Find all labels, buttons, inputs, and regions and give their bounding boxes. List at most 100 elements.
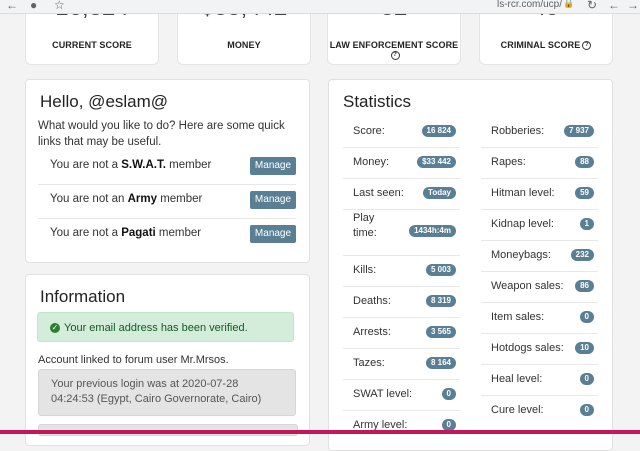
stat-label: Heal level: bbox=[491, 373, 543, 385]
score-label: MONEY bbox=[178, 40, 310, 50]
stat-label: Weapon sales: bbox=[491, 280, 564, 292]
manage-button[interactable]: Manage bbox=[250, 225, 296, 243]
membership-text: You are not an Army member bbox=[50, 193, 202, 205]
stat-row: Kills: 5 003 bbox=[343, 255, 460, 287]
stat-value-badge: 232 bbox=[570, 249, 594, 261]
stat-row: Rapes: 88 bbox=[481, 147, 598, 179]
stat-label: Arrests: bbox=[353, 326, 391, 338]
stat-value-badge: 8 319 bbox=[425, 295, 456, 307]
stat-row: Moneybags: 232 bbox=[481, 240, 598, 272]
stat-row: Hitman level: 59 bbox=[481, 178, 598, 210]
help-icon[interactable]: ? bbox=[390, 51, 400, 61]
stat-label: Moneybags: bbox=[491, 249, 551, 261]
address-bar[interactable]: ls-rcr.com/ucp/ bbox=[497, 0, 562, 10]
stat-row: SWAT level: 0 bbox=[343, 379, 460, 411]
stat-value-badge: 86 bbox=[575, 280, 594, 292]
hello-panel: Hello, @eslam@ What would you like to do… bbox=[25, 79, 310, 263]
stat-row: Tazes: 8 164 bbox=[343, 348, 460, 380]
stat-value-badge: Today bbox=[423, 187, 456, 199]
stat-value-badge: 16 824 bbox=[421, 125, 456, 137]
score-label-text: CURRENT SCORE bbox=[52, 40, 132, 50]
stat-label: Item sales: bbox=[491, 311, 545, 323]
email-verified-alert: ✓ Your email address has been verified. bbox=[37, 312, 294, 342]
membership-text: You are not a Pagati member bbox=[50, 227, 201, 239]
membership-suffix: member bbox=[155, 227, 202, 239]
stat-value-badge: 1434h:4m bbox=[409, 225, 456, 237]
stat-value-badge: 0 bbox=[579, 311, 594, 323]
stat-value-badge: 0 bbox=[579, 373, 594, 385]
stat-row: Weapon sales: 86 bbox=[481, 271, 598, 303]
stat-label: Play time: bbox=[353, 212, 377, 239]
stat-value-badge: 1 bbox=[579, 218, 594, 230]
stat-value-badge: 0 bbox=[579, 404, 594, 416]
stat-label: Hotdogs sales: bbox=[491, 342, 564, 354]
star-icon[interactable]: ☆ bbox=[54, 0, 65, 12]
membership-suffix: member bbox=[165, 159, 212, 171]
quick-link-row: You are not an Army member Manage bbox=[38, 184, 296, 219]
manage-button[interactable]: Manage bbox=[250, 157, 296, 175]
membership-prefix: You are not an bbox=[50, 193, 128, 205]
stat-label: Last seen: bbox=[353, 187, 404, 199]
quick-link-row: You are not a S.W.A.T. member Manage bbox=[38, 150, 296, 185]
stat-row: Robberies: 7 937 bbox=[481, 116, 598, 148]
stat-value-badge: 10 bbox=[575, 342, 594, 354]
membership-prefix: You are not a bbox=[50, 227, 122, 239]
stat-row: Money: $33 442 bbox=[343, 147, 460, 179]
stat-label: Kidnap level: bbox=[491, 218, 554, 230]
stat-row: Hotdogs sales: 10 bbox=[481, 333, 598, 365]
forum-link-text: Account linked to forum user Mr.Mrsos. bbox=[38, 354, 229, 366]
membership-prefix: You are not a bbox=[50, 159, 122, 171]
bottom-border bbox=[0, 430, 640, 434]
membership-text: You are not a S.W.A.T. member bbox=[50, 159, 211, 171]
stat-label: Robberies: bbox=[491, 125, 545, 137]
browser-toolbar: ← ● ☆ ls-rcr.com/ucp/ 🔒 ↻ ← → bbox=[0, 0, 640, 14]
membership-suffix: member bbox=[157, 193, 203, 205]
back-icon[interactable]: ← bbox=[6, 0, 18, 12]
group-name: Army bbox=[127, 193, 157, 205]
statistics-title: Statistics bbox=[343, 92, 412, 111]
stat-row: Score: 16 824 bbox=[343, 116, 460, 148]
stat-row: Cure level: 0 bbox=[481, 395, 598, 426]
stat-row: Kidnap level: 1 bbox=[481, 209, 598, 241]
score-label: CRIMINAL SCORE? bbox=[480, 40, 612, 51]
stat-value-badge: 8 164 bbox=[425, 357, 456, 369]
hello-title: Hello, @eslam@ bbox=[40, 92, 169, 111]
stat-value-badge: $33 442 bbox=[417, 156, 456, 168]
stat-label: Score: bbox=[353, 125, 385, 137]
reload-icon[interactable]: ↻ bbox=[587, 0, 597, 12]
stat-value-badge: 59 bbox=[575, 187, 594, 199]
lock-icon: 🔒 bbox=[563, 0, 575, 8]
account-icon[interactable]: ● bbox=[30, 0, 37, 12]
manage-button[interactable]: Manage bbox=[250, 191, 296, 209]
stat-label: Rapes: bbox=[491, 156, 526, 168]
email-verified-text: Your email address has been verified. bbox=[64, 322, 248, 334]
score-label-text: CRIMINAL SCORE bbox=[500, 40, 581, 50]
forward-arrow-icon[interactable]: → bbox=[627, 0, 639, 12]
stat-value-badge: 5 003 bbox=[425, 264, 456, 276]
stat-label: SWAT level: bbox=[353, 388, 413, 400]
stat-row: Heal level: 0 bbox=[481, 364, 598, 396]
stat-label: Deaths: bbox=[353, 295, 391, 307]
group-name: Pagati bbox=[121, 227, 156, 239]
score-label-text: MONEY bbox=[227, 40, 261, 50]
stat-row: Item sales: 0 bbox=[481, 302, 598, 334]
stat-row: Play time: 1434h:4m bbox=[343, 209, 460, 256]
score-label: LAW ENFORCEMENT SCORE? bbox=[328, 40, 460, 61]
back-arrow-icon[interactable]: ← bbox=[608, 0, 620, 12]
stat-label: Hitman level: bbox=[491, 187, 555, 199]
group-name: S.W.A.T. bbox=[121, 159, 166, 171]
stat-row: Last seen: Today bbox=[343, 178, 460, 210]
hello-text: What would you like to do? Here are some… bbox=[38, 120, 285, 148]
stat-value-badge: 0 bbox=[441, 388, 456, 400]
stat-label: Money: bbox=[353, 156, 390, 168]
quick-link-row: You are not a Pagati member Manage bbox=[38, 218, 296, 252]
stat-value-badge: 3 565 bbox=[425, 326, 456, 338]
stat-value-badge: 7 937 bbox=[563, 125, 594, 137]
information-title: Information bbox=[40, 287, 126, 306]
help-icon[interactable]: ? bbox=[582, 41, 592, 51]
stat-label: Kills: bbox=[353, 264, 377, 276]
stat-label: Cure level: bbox=[491, 404, 544, 416]
stat-row: Army level: 0 bbox=[343, 410, 460, 441]
check-circle-icon: ✓ bbox=[50, 323, 60, 334]
last-login-box: Your previous login was at 2020-07-28 04… bbox=[38, 369, 296, 416]
